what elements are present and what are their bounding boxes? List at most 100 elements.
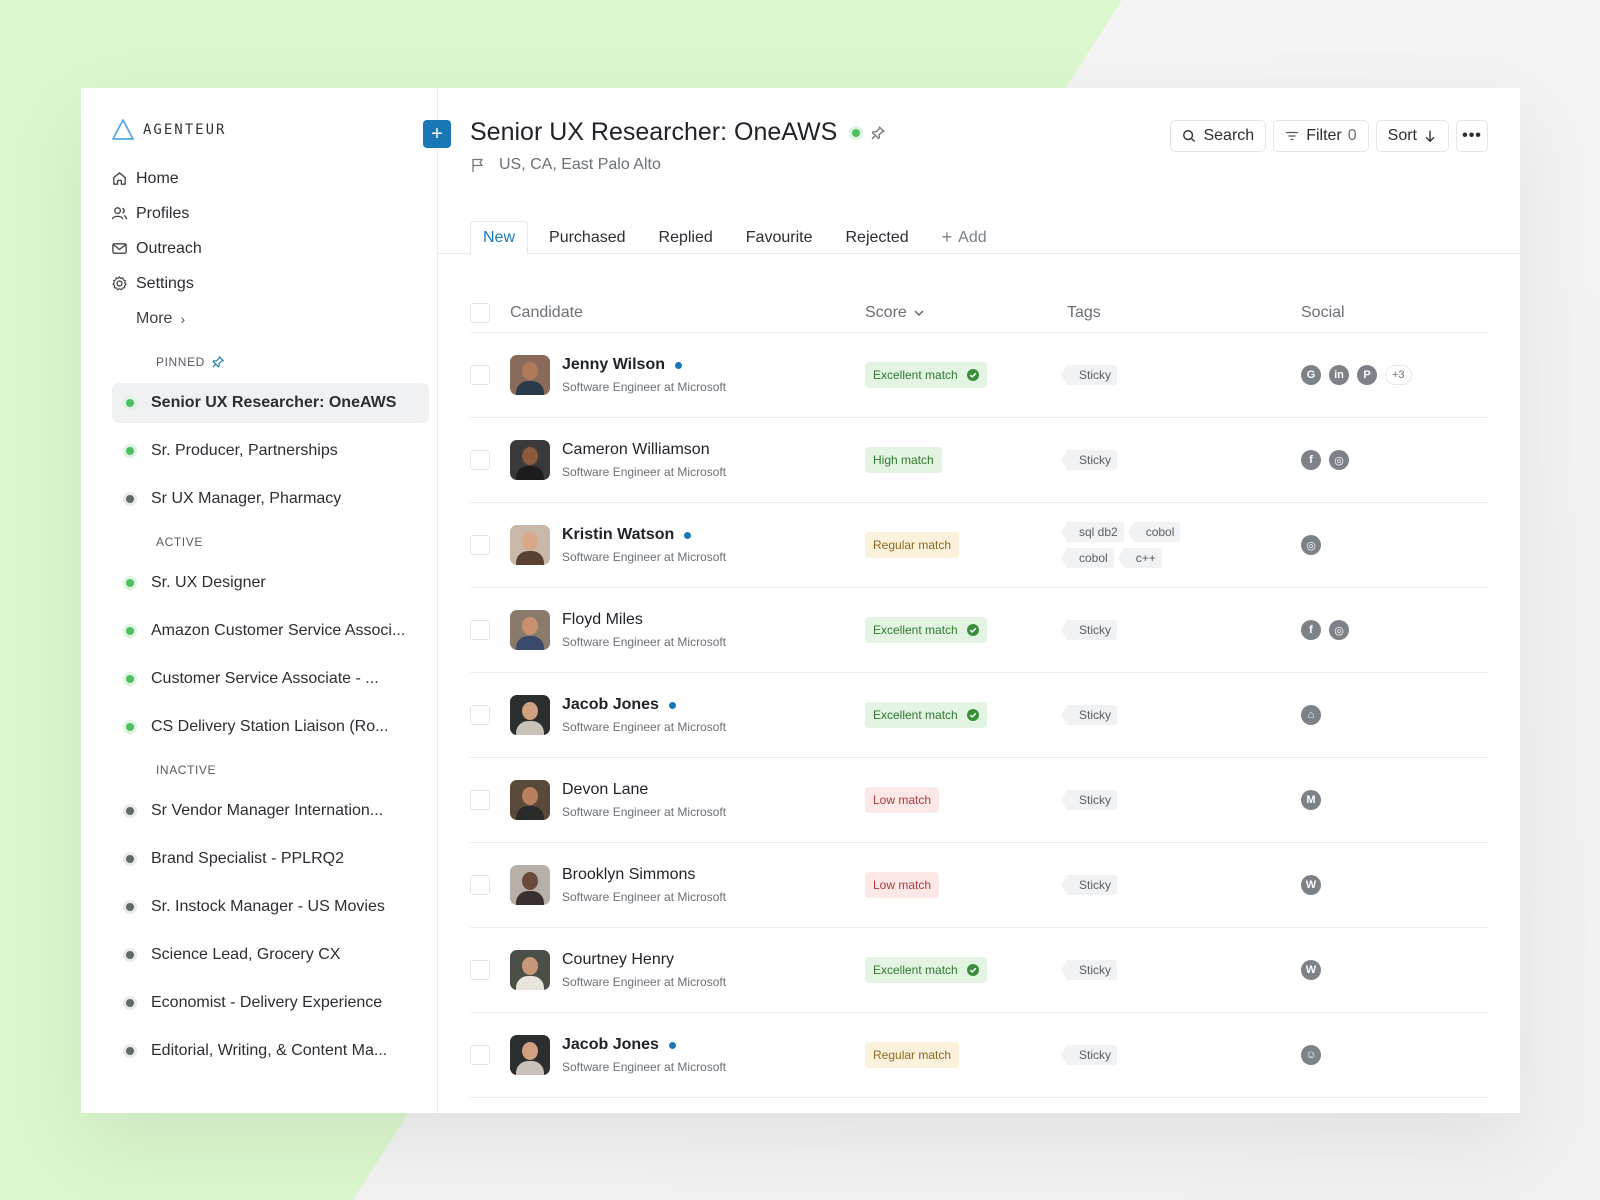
- row-checkbox[interactable]: [470, 960, 490, 980]
- job-item[interactable]: Sr UX Manager, Pharmacy: [112, 479, 429, 519]
- job-item[interactable]: Science Lead, Grocery CX: [112, 935, 429, 975]
- social-icon[interactable]: ◎: [1301, 535, 1321, 555]
- social-icon[interactable]: ◎: [1329, 620, 1349, 640]
- row-checkbox[interactable]: [470, 1045, 490, 1065]
- candidate-table: Candidate Score Tags Social Jenny Wilson…: [470, 293, 1488, 1098]
- job-item[interactable]: Sr. Producer, Partnerships: [112, 431, 429, 471]
- candidate-name[interactable]: Jacob Jones: [562, 696, 726, 714]
- candidate-name[interactable]: Jacob Jones: [562, 1036, 726, 1054]
- row-checkbox[interactable]: [470, 365, 490, 385]
- avatar[interactable]: [510, 1035, 550, 1075]
- avatar[interactable]: [510, 610, 550, 650]
- column-tags: Tags: [1067, 303, 1101, 321]
- job-item[interactable]: Editorial, Writing, & Content Ma...: [112, 1031, 429, 1071]
- inactive-list: Sr Vendor Manager Internation... Brand Sp…: [81, 791, 437, 1071]
- social-icon[interactable]: W: [1301, 960, 1321, 980]
- social-icon[interactable]: ◎: [1329, 450, 1349, 470]
- social-icon[interactable]: W: [1301, 875, 1321, 895]
- job-item[interactable]: CS Delivery Station Liaison (Ro...: [112, 707, 429, 747]
- social-more-badge[interactable]: +3: [1385, 365, 1412, 385]
- tag[interactable]: c++: [1117, 548, 1162, 568]
- more-options-button[interactable]: •••: [1456, 120, 1488, 152]
- job-item[interactable]: Customer Service Associate - ...: [112, 659, 429, 699]
- table-row[interactable]: Floyd Miles Software Engineer at Microsof…: [470, 588, 1488, 673]
- nav-item-home[interactable]: Home: [81, 161, 437, 196]
- nav-item-settings[interactable]: Settings: [81, 266, 437, 301]
- avatar[interactable]: [510, 695, 550, 735]
- tag[interactable]: Sticky: [1060, 705, 1118, 725]
- job-item[interactable]: Sr. UX Designer: [112, 563, 429, 603]
- tag[interactable]: Sticky: [1060, 450, 1118, 470]
- select-all-checkbox[interactable]: [470, 302, 490, 323]
- job-item[interactable]: Brand Specialist - PPLRQ2: [112, 839, 429, 879]
- table-row[interactable]: Kristin Watson Software Engineer at Micro…: [470, 503, 1488, 588]
- tag[interactable]: Sticky: [1060, 790, 1118, 810]
- nav-item-profiles[interactable]: Profiles: [81, 196, 437, 231]
- social-icon[interactable]: M: [1301, 790, 1321, 810]
- tab-favourite[interactable]: Favourite: [734, 221, 825, 254]
- page-title: Senior UX Researcher: OneAWS: [470, 118, 886, 147]
- row-checkbox[interactable]: [470, 705, 490, 725]
- tab-new[interactable]: New: [470, 221, 529, 255]
- candidate-name[interactable]: Courtney Henry: [562, 951, 726, 969]
- avatar[interactable]: [510, 865, 550, 905]
- social-icon[interactable]: G: [1301, 365, 1321, 385]
- social-icon[interactable]: in: [1329, 365, 1349, 385]
- score-label: Regular match: [873, 538, 952, 552]
- pin-icon[interactable]: [870, 125, 886, 141]
- row-checkbox[interactable]: [470, 875, 490, 895]
- social-icon[interactable]: ☺: [1301, 1045, 1321, 1065]
- candidate-name[interactable]: Brooklyn Simmons: [562, 866, 726, 884]
- table-row[interactable]: Jacob Jones Software Engineer at Microsof…: [470, 1013, 1488, 1098]
- avatar[interactable]: [510, 950, 550, 990]
- logo[interactable]: AGENTEUR: [81, 118, 437, 142]
- social-icon[interactable]: f: [1301, 620, 1321, 640]
- candidate-name[interactable]: Jenny Wilson: [562, 356, 726, 374]
- tag[interactable]: cobol: [1127, 522, 1181, 542]
- candidate-name[interactable]: Kristin Watson: [562, 526, 726, 544]
- tag[interactable]: sql db2: [1061, 522, 1124, 542]
- job-item[interactable]: Senior UX Researcher: OneAWS: [112, 383, 429, 423]
- job-item[interactable]: Sr Vendor Manager Internation...: [112, 791, 429, 831]
- search-button[interactable]: Search: [1170, 120, 1267, 152]
- row-checkbox[interactable]: [470, 450, 490, 470]
- tag[interactable]: Sticky: [1060, 875, 1118, 895]
- candidate-name-text: Jacob Jones: [562, 696, 659, 713]
- sort-button[interactable]: Sort: [1375, 120, 1449, 152]
- social-icon[interactable]: ⌂: [1301, 705, 1321, 725]
- tag[interactable]: Sticky: [1060, 960, 1118, 980]
- column-score-sort[interactable]: Score: [865, 304, 1067, 322]
- table-row[interactable]: Devon Lane Software Engineer at Microsoft…: [470, 758, 1488, 843]
- avatar[interactable]: [510, 780, 550, 820]
- row-checkbox[interactable]: [470, 535, 490, 555]
- row-checkbox[interactable]: [470, 790, 490, 810]
- social-icon[interactable]: P: [1357, 365, 1377, 385]
- job-item[interactable]: Economist - Delivery Experience: [112, 983, 429, 1023]
- candidate-name[interactable]: Devon Lane: [562, 781, 726, 799]
- table-row[interactable]: Courtney Henry Software Engineer at Micro…: [470, 928, 1488, 1013]
- row-checkbox[interactable]: [470, 620, 490, 640]
- social-icon[interactable]: f: [1301, 450, 1321, 470]
- avatar[interactable]: [510, 525, 550, 565]
- add-tab-button[interactable]: + Add: [930, 221, 999, 254]
- tab-rejected[interactable]: Rejected: [833, 221, 920, 254]
- nav-item-outreach[interactable]: Outreach: [81, 231, 437, 266]
- table-row[interactable]: Brooklyn Simmons Software Engineer at Mic…: [470, 843, 1488, 928]
- tab-replied[interactable]: Replied: [647, 221, 725, 254]
- job-item[interactable]: Amazon Customer Service Associ...: [112, 611, 429, 651]
- candidate-name[interactable]: Floyd Miles: [562, 611, 726, 629]
- tab-purchased[interactable]: Purchased: [537, 221, 638, 254]
- filter-button[interactable]: Filter 0: [1273, 120, 1369, 152]
- table-row[interactable]: Jacob Jones Software Engineer at Microsof…: [470, 673, 1488, 758]
- nav-item-more[interactable]: More ›: [81, 301, 437, 336]
- avatar[interactable]: [510, 440, 550, 480]
- tag[interactable]: Sticky: [1060, 365, 1118, 385]
- tag[interactable]: Sticky: [1060, 620, 1118, 640]
- candidate-name[interactable]: Cameron Williamson: [562, 441, 726, 459]
- table-row[interactable]: Jenny Wilson Software Engineer at Microso…: [470, 333, 1488, 418]
- job-item[interactable]: Sr. Instock Manager - US Movies: [112, 887, 429, 927]
- avatar[interactable]: [510, 355, 550, 395]
- table-row[interactable]: Cameron Williamson Software Engineer at M…: [470, 418, 1488, 503]
- tag[interactable]: cobol: [1061, 548, 1114, 568]
- tag[interactable]: Sticky: [1060, 1045, 1118, 1065]
